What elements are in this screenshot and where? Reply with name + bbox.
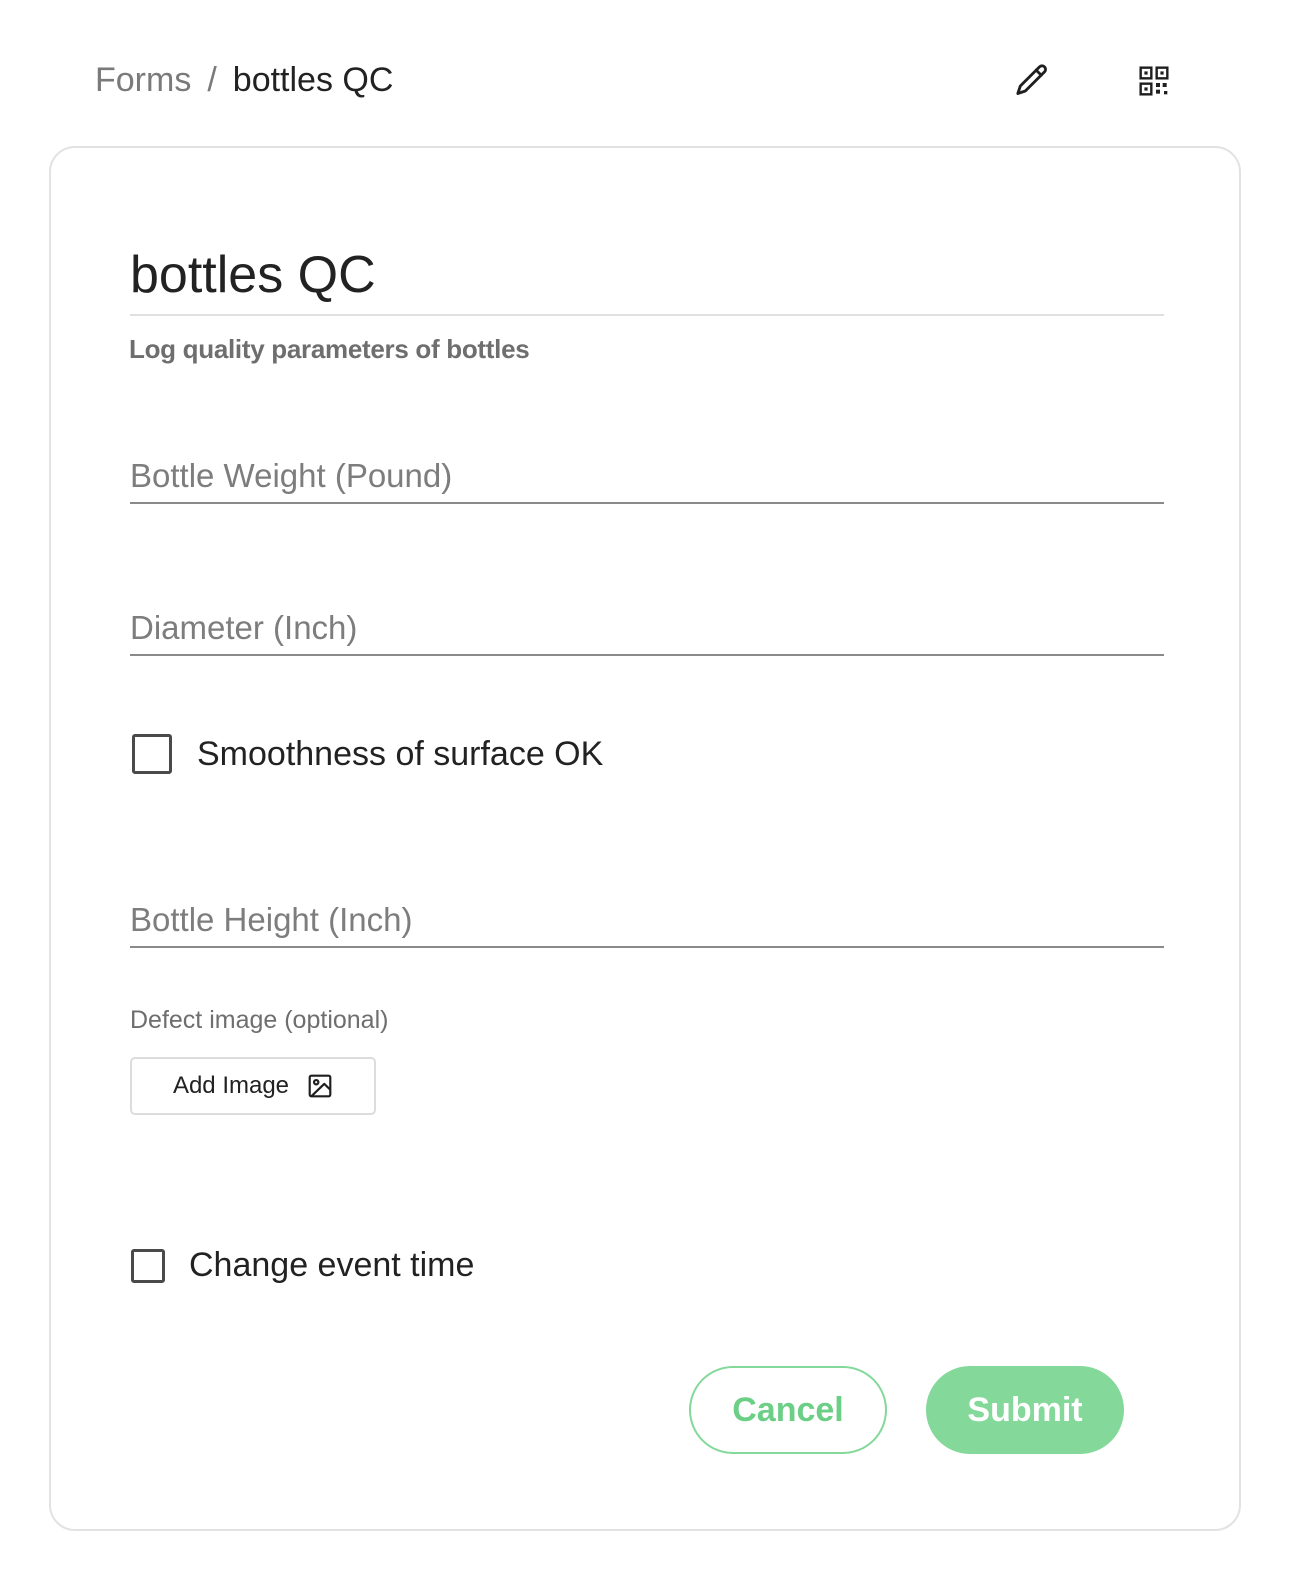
cancel-button[interactable]: Cancel bbox=[689, 1366, 887, 1454]
submit-button[interactable]: Submit bbox=[926, 1366, 1124, 1454]
defect-image-label: Defect image (optional) bbox=[130, 1006, 389, 1034]
bottle-height-input[interactable] bbox=[130, 894, 1164, 948]
form-card: bottles QC Log quality parameters of bot… bbox=[49, 146, 1241, 1531]
breadcrumb-forms-link[interactable]: Forms bbox=[95, 61, 191, 99]
form-title: bottles QC bbox=[130, 242, 1164, 316]
edit-form-button[interactable] bbox=[1008, 57, 1056, 105]
change-event-time-checkbox[interactable] bbox=[131, 1248, 165, 1283]
qr-code-icon bbox=[1139, 66, 1169, 96]
change-event-time-row[interactable]: Change event time bbox=[131, 1246, 474, 1285]
top-bar: Forms / bottles QC bbox=[0, 0, 1306, 145]
pencil-icon bbox=[1016, 64, 1047, 95]
bottle-weight-input[interactable] bbox=[130, 450, 1164, 504]
add-image-label: Add Image bbox=[172, 1072, 290, 1099]
breadcrumb-separator: / bbox=[207, 61, 217, 99]
smoothness-checkbox-row[interactable]: Smoothness of surface OK bbox=[132, 734, 603, 774]
breadcrumb-current: bottles QC bbox=[232, 61, 394, 99]
diameter-input[interactable] bbox=[130, 602, 1164, 656]
breadcrumb: Forms / bottles QC bbox=[95, 58, 393, 102]
smoothness-label: Smoothness of surface OK bbox=[197, 734, 604, 773]
image-icon bbox=[307, 1073, 333, 1099]
add-image-button[interactable]: Add Image bbox=[130, 1057, 376, 1115]
form-description: Log quality parameters of bottles bbox=[129, 334, 530, 364]
change-event-time-label: Change event time bbox=[189, 1246, 475, 1284]
smoothness-checkbox[interactable] bbox=[132, 734, 172, 774]
qr-code-button[interactable] bbox=[1130, 57, 1178, 105]
